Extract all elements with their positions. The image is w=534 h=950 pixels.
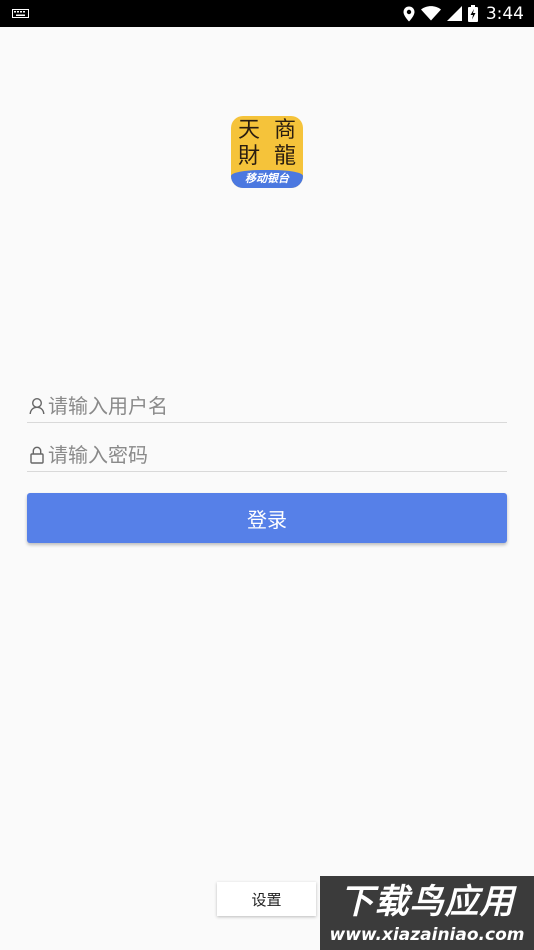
username-input[interactable] xyxy=(48,390,503,422)
logo-char: 龍 xyxy=(273,144,296,169)
keyboard-icon xyxy=(12,9,29,18)
location-icon xyxy=(403,6,415,21)
watermark-title: 下载鸟应用 xyxy=(339,882,515,922)
status-icons: 3:44 xyxy=(403,0,524,27)
signal-icon xyxy=(446,6,462,21)
wifi-icon xyxy=(420,6,441,21)
lock-icon xyxy=(30,446,44,464)
settings-button[interactable]: 设置 xyxy=(217,882,316,916)
login-button[interactable]: 登录 xyxy=(27,493,507,543)
app-logo: 天 商 財 龍 移动银台 xyxy=(231,116,303,188)
battery-charging-icon xyxy=(467,5,478,22)
logo-char: 財 xyxy=(237,144,260,169)
watermark-logo: 下载鸟应用 www.xiazainiao.com xyxy=(320,876,534,950)
watermark-url: www.xiazainiao.com xyxy=(329,925,525,945)
password-field xyxy=(27,439,507,472)
status-time: 3:44 xyxy=(485,3,524,24)
username-field xyxy=(27,390,507,423)
logo-char: 天 xyxy=(237,118,260,143)
status-bar: 3:44 xyxy=(0,0,534,27)
logo-char: 商 xyxy=(273,118,296,143)
password-input[interactable] xyxy=(48,439,503,471)
user-icon xyxy=(29,397,45,415)
logo-caption: 移动银台 xyxy=(231,170,303,188)
